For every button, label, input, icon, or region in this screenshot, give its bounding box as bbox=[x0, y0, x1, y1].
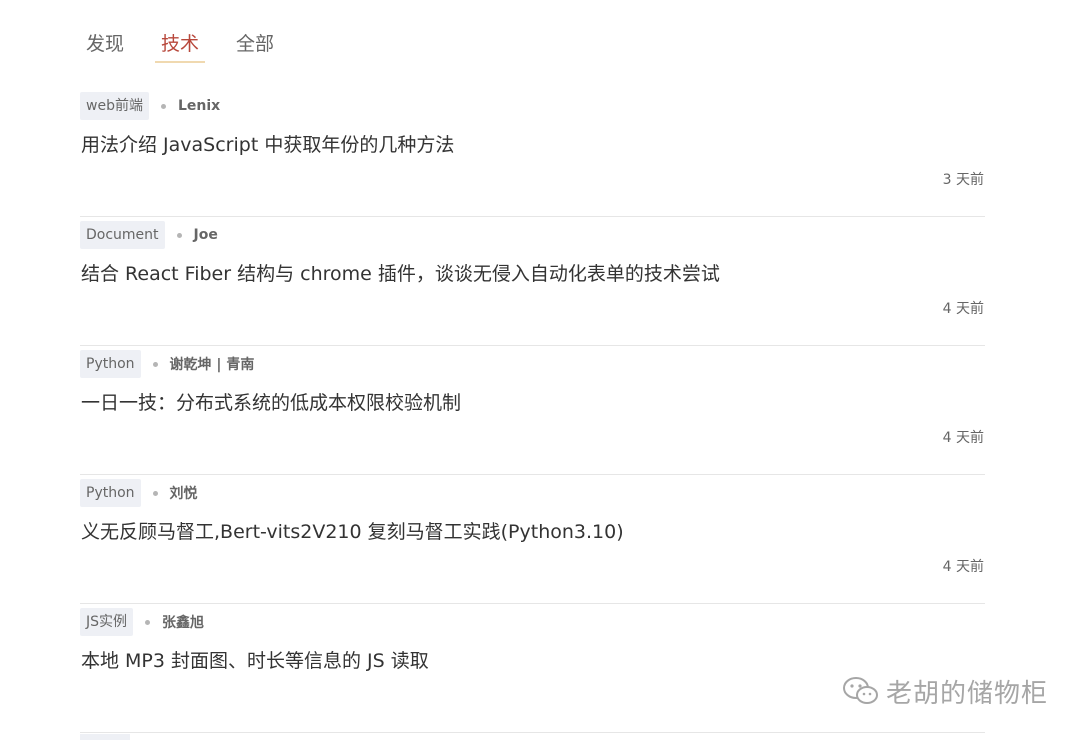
author-name[interactable]: 张鑫旭 bbox=[162, 612, 204, 632]
list-item[interactable]: Python 刘悦 义无反顾马督工,Bert-vits2V210 复刻马督工实践… bbox=[80, 475, 985, 604]
author-name[interactable]: 谢乾坤 | 青南 bbox=[170, 354, 255, 374]
article-title[interactable]: 用法介绍 JavaScript 中获取年份的几种方法 bbox=[81, 131, 454, 159]
article-time: 4 天前 bbox=[942, 301, 984, 317]
article-title[interactable]: 一日一技：分布式系统的低成本权限校验机制 bbox=[81, 389, 461, 417]
list-item[interactable]: Document Joe 结合 React Fiber 结构与 chrome 插… bbox=[80, 217, 985, 346]
category-tag[interactable]: Python bbox=[80, 350, 141, 378]
article-title[interactable]: 本地 MP3 封面图、时长等信息的 JS 读取 bbox=[81, 647, 429, 675]
author-name[interactable]: 刘悦 bbox=[170, 483, 198, 503]
author-name[interactable]: Lenix bbox=[178, 98, 220, 114]
category-tag-partial bbox=[80, 734, 130, 740]
category-tag[interactable]: JS实例 bbox=[80, 608, 134, 636]
article-list: web前端 Lenix 用法介绍 JavaScript 中获取年份的几种方法 3… bbox=[80, 88, 985, 733]
author-name[interactable]: Joe bbox=[194, 227, 218, 243]
article-meta: JS实例 张鑫旭 bbox=[80, 608, 204, 636]
article-meta: Python 刘悦 bbox=[80, 479, 198, 507]
separator-dot bbox=[176, 232, 182, 238]
watermark: 老胡的储物柜 bbox=[842, 674, 1049, 709]
separator-dot bbox=[152, 361, 158, 367]
category-tag[interactable]: Python bbox=[80, 479, 141, 507]
separator-dot bbox=[160, 103, 166, 109]
category-tag[interactable]: web前端 bbox=[80, 92, 149, 120]
tab-tech[interactable]: 技术 bbox=[155, 30, 206, 63]
article-meta: Document Joe bbox=[80, 221, 218, 249]
list-item[interactable]: web前端 Lenix 用法介绍 JavaScript 中获取年份的几种方法 3… bbox=[80, 88, 985, 217]
separator-dot bbox=[152, 490, 158, 496]
list-item[interactable]: Python 谢乾坤 | 青南 一日一技：分布式系统的低成本权限校验机制 4 天… bbox=[80, 346, 985, 475]
article-time: 4 天前 bbox=[942, 430, 984, 446]
article-title[interactable]: 结合 React Fiber 结构与 chrome 插件，谈谈无侵入自动化表单的… bbox=[81, 260, 720, 288]
article-title[interactable]: 义无反顾马督工,Bert-vits2V210 复刻马督工实践(Python3.1… bbox=[81, 518, 624, 546]
category-tag[interactable]: Document bbox=[80, 221, 165, 249]
tab-bar: 发现 技术 全部 bbox=[86, 30, 311, 63]
watermark-text: 老胡的储物柜 bbox=[886, 678, 1049, 709]
list-item[interactable]: JS实例 张鑫旭 本地 MP3 封面图、时长等信息的 JS 读取 bbox=[80, 604, 985, 733]
wechat-icon bbox=[843, 677, 878, 704]
article-time: 4 天前 bbox=[942, 559, 984, 575]
article-time: 3 天前 bbox=[942, 172, 984, 188]
separator-dot bbox=[145, 619, 151, 625]
article-meta: web前端 Lenix bbox=[80, 92, 220, 120]
tab-all[interactable]: 全部 bbox=[236, 30, 274, 58]
tab-discover[interactable]: 发现 bbox=[86, 30, 124, 58]
article-meta: Python 谢乾坤 | 青南 bbox=[80, 350, 254, 378]
